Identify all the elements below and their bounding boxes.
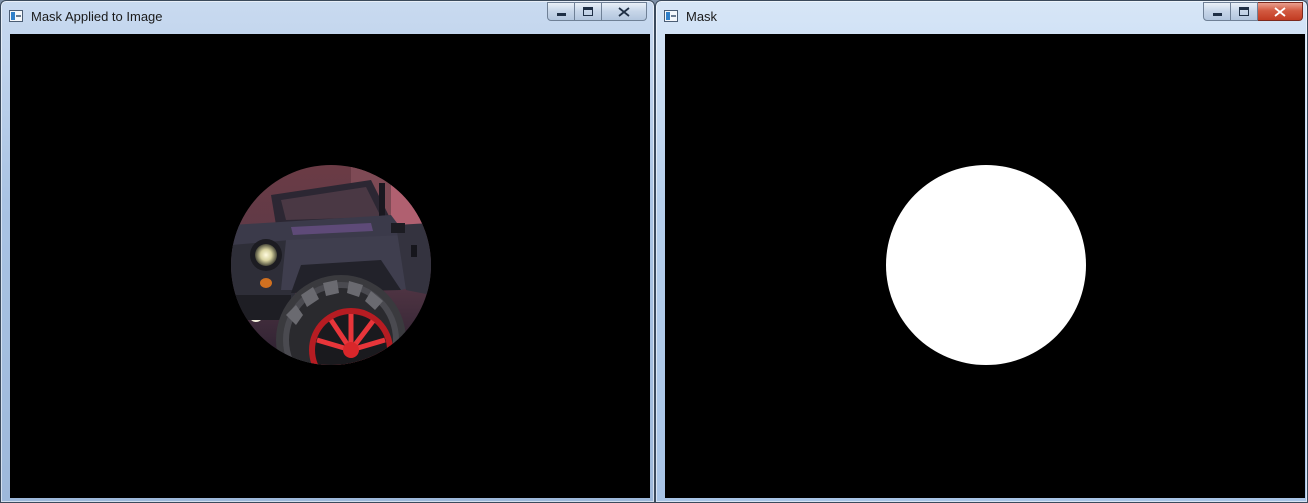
window-mask[interactable]: Mask (655, 0, 1308, 503)
caption-buttons (1203, 2, 1303, 22)
minimize-button[interactable] (547, 2, 575, 21)
window-title: Mask (686, 9, 718, 24)
image-canvas[interactable] (10, 34, 650, 498)
mask-circle (886, 165, 1086, 365)
minimize-icon (557, 13, 566, 16)
app-window-icon[interactable] (664, 10, 678, 22)
maximize-icon (1239, 7, 1249, 16)
maximize-button[interactable] (575, 2, 602, 21)
desktop: Mask Applied to Image Mask (0, 0, 1308, 503)
window-title: Mask Applied to Image (31, 9, 163, 24)
minimize-button[interactable] (1203, 2, 1231, 21)
window-titlebar[interactable]: Mask (656, 1, 1307, 31)
close-icon (602, 3, 646, 20)
window-mask-applied[interactable]: Mask Applied to Image (0, 0, 655, 503)
maximize-icon (583, 7, 593, 16)
maximize-button[interactable] (1231, 2, 1258, 21)
close-icon (1258, 3, 1302, 20)
mask-canvas[interactable] (665, 34, 1305, 498)
close-button[interactable] (602, 2, 647, 21)
window-titlebar[interactable]: Mask Applied to Image (1, 1, 654, 31)
minimize-icon (1213, 13, 1222, 16)
close-button[interactable] (1258, 2, 1303, 21)
app-window-icon[interactable] (9, 10, 23, 22)
masked-vehicle-photo (231, 165, 431, 365)
caption-buttons (547, 2, 647, 22)
